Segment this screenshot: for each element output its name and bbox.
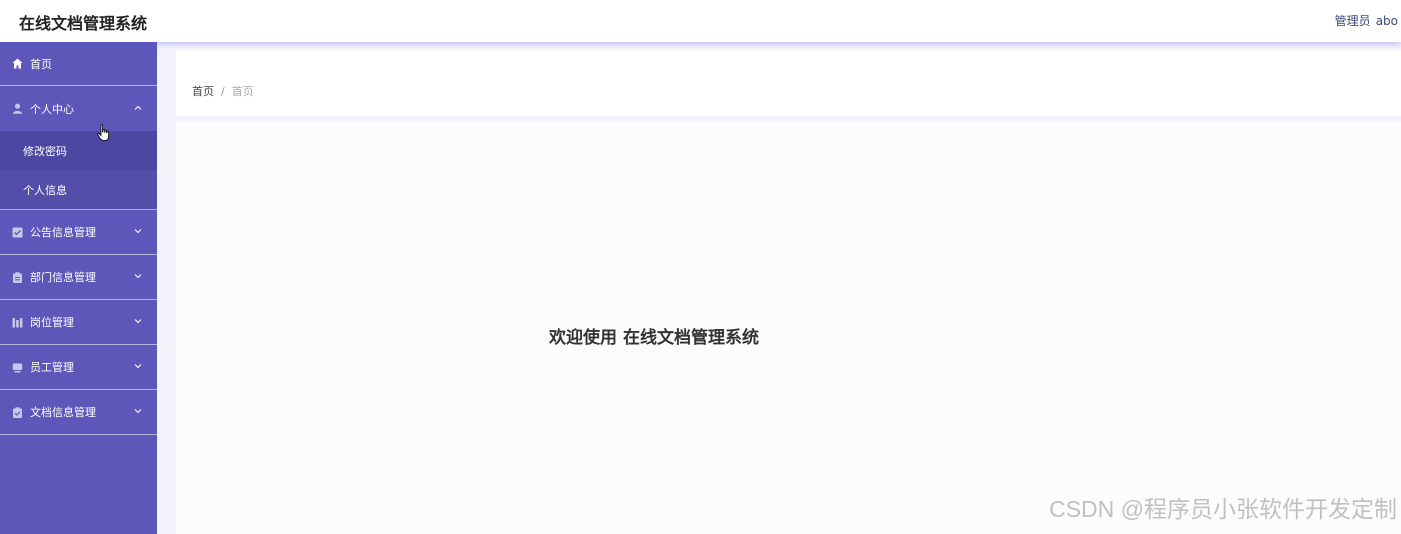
- sidebar-subitem-personal-info[interactable]: 个人信息: [0, 170, 157, 209]
- user-info[interactable]: 管理员 abo: [1330, 12, 1398, 29]
- main-content: 首页 / 首页 欢迎使用 在线文档管理系统: [157, 42, 1401, 534]
- user-role: 管理员: [1334, 14, 1371, 28]
- chevron-down-icon: [134, 227, 142, 237]
- sidebar-item-label: 首页: [30, 57, 52, 71]
- sidebar-item-positions[interactable]: 岗位管理: [0, 300, 157, 345]
- chevron-down-icon: [134, 407, 142, 417]
- sidebar-item-label: 文档信息管理: [30, 406, 96, 419]
- chevron-down-icon: [134, 272, 142, 282]
- checkbox-icon: [11, 226, 23, 238]
- sidebar-item-label: 公告信息管理: [30, 226, 96, 239]
- sidebar-item-label: 员工管理: [30, 361, 74, 374]
- welcome-message: 欢迎使用 在线文档管理系统: [549, 328, 759, 348]
- breadcrumb-root[interactable]: 首页: [192, 85, 214, 98]
- chevron-up-icon: [134, 103, 142, 113]
- sidebar-subitem-change-password[interactable]: 修改密码: [0, 131, 157, 170]
- watermark: CSDN @程序员小张软件开发定制: [1049, 496, 1397, 522]
- sidebar-item-documents[interactable]: 文档信息管理: [0, 390, 157, 435]
- breadcrumb-current: 首页: [231, 85, 254, 98]
- sidebar-item-home[interactable]: 首页: [0, 42, 157, 86]
- top-header: 在线文档管理系统 管理员 abo: [0, 0, 1401, 42]
- sidebar-item-employees[interactable]: 员工管理: [0, 345, 157, 390]
- content-panel: 欢迎使用 在线文档管理系统: [176, 122, 1401, 534]
- sidebar: 首页 个人中心 修改密码 个人信息 公告信息管理 部门信息管理 岗位管理 员工管…: [0, 42, 157, 534]
- sidebar-item-label: 岗位管理: [30, 316, 74, 329]
- breadcrumb-panel: 首页 / 首页: [176, 50, 1401, 116]
- sidebar-item-announcements[interactable]: 公告信息管理: [0, 210, 157, 255]
- username[interactable]: abo: [1376, 14, 1398, 28]
- sidebar-item-departments[interactable]: 部门信息管理: [0, 255, 157, 300]
- clipboard-icon: [11, 271, 23, 283]
- submenu-personal-center: 修改密码 个人信息: [0, 131, 157, 210]
- sidebar-item-label: 部门信息管理: [30, 271, 96, 284]
- chevron-down-icon: [134, 317, 142, 327]
- chart-icon: [11, 316, 23, 328]
- monitor-icon: [11, 361, 23, 373]
- home-icon: [11, 58, 23, 70]
- hand-cursor-icon: [97, 124, 111, 142]
- breadcrumb: 首页 / 首页: [192, 83, 254, 99]
- app-title: 在线文档管理系统: [19, 14, 148, 33]
- document-check-icon: [11, 406, 23, 418]
- sidebar-item-personal-center[interactable]: 个人中心: [0, 86, 157, 131]
- sidebar-item-label: 个人中心: [30, 102, 74, 116]
- user-icon: [11, 103, 23, 115]
- breadcrumb-separator: /: [221, 85, 225, 98]
- chevron-down-icon: [134, 362, 142, 372]
